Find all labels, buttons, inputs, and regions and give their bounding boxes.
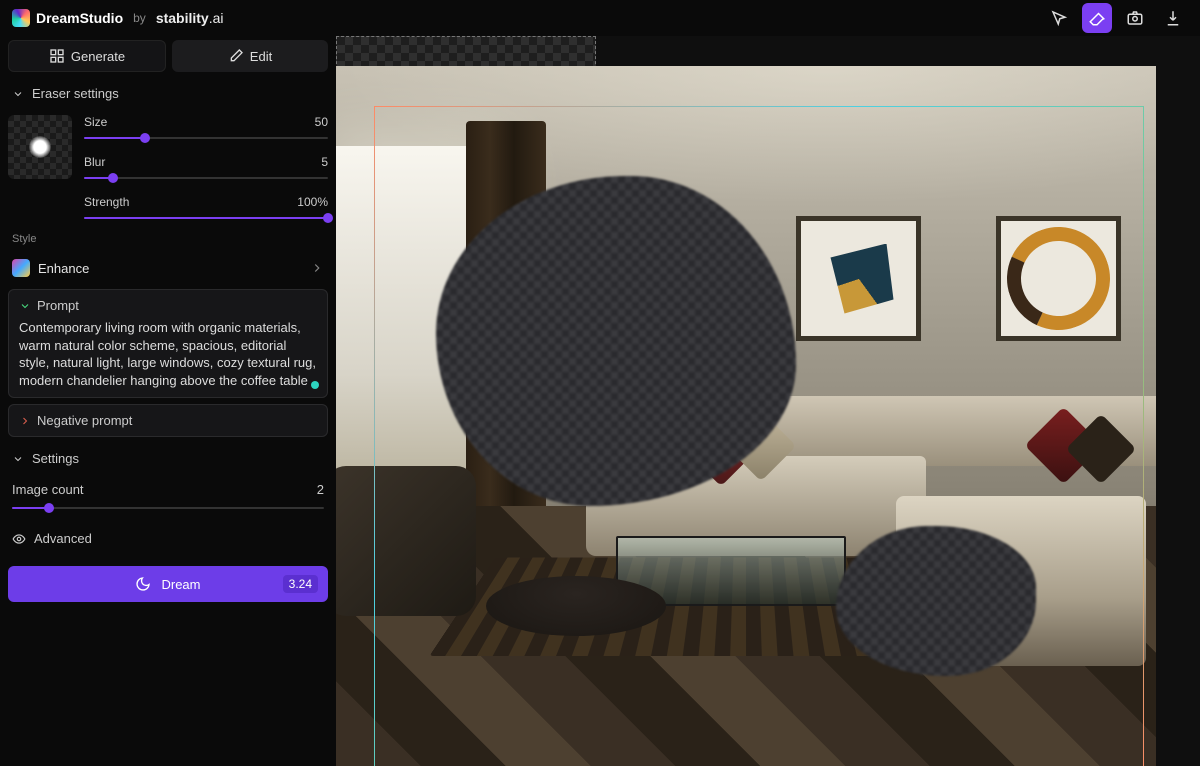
eraser-settings-label: Eraser settings bbox=[32, 86, 119, 101]
blur-value: 5 bbox=[321, 155, 328, 169]
by-label: by bbox=[133, 11, 146, 25]
brand-name: stability.ai bbox=[156, 10, 224, 26]
erased-region[interactable] bbox=[836, 526, 1036, 676]
negative-prompt-title: Negative prompt bbox=[37, 413, 132, 428]
size-value: 50 bbox=[315, 115, 328, 129]
moon-icon bbox=[135, 576, 151, 592]
style-heading: Style bbox=[8, 231, 328, 247]
style-value: Enhance bbox=[38, 261, 89, 276]
logo-mark-icon bbox=[12, 9, 30, 27]
image-count-label: Image count bbox=[12, 482, 84, 497]
eraser-tool-button[interactable] bbox=[1082, 3, 1112, 33]
chevron-down-icon bbox=[12, 88, 24, 100]
tab-generate-label: Generate bbox=[71, 49, 125, 64]
advanced-label: Advanced bbox=[34, 531, 92, 546]
strength-slider[interactable]: Strength 100% bbox=[84, 195, 328, 225]
style-selector[interactable]: Enhance bbox=[8, 253, 328, 283]
download-icon bbox=[1164, 9, 1182, 27]
logo: DreamStudio by stability.ai bbox=[12, 9, 224, 27]
style-swatch-icon bbox=[12, 259, 30, 277]
advanced-toggle[interactable]: Advanced bbox=[8, 523, 328, 554]
brush-dot-icon bbox=[29, 136, 51, 158]
negative-prompt-box[interactable]: Negative prompt bbox=[8, 404, 328, 437]
image-count-slider[interactable] bbox=[12, 501, 324, 515]
strength-label: Strength bbox=[84, 195, 129, 209]
download-button[interactable] bbox=[1158, 3, 1188, 33]
eye-icon bbox=[12, 532, 26, 546]
strength-value: 100% bbox=[297, 195, 328, 209]
brush-preview bbox=[8, 115, 72, 179]
cursor-icon bbox=[1050, 9, 1068, 27]
size-slider[interactable]: Size 50 bbox=[84, 115, 328, 145]
tab-edit[interactable]: Edit bbox=[172, 40, 328, 72]
settings-label: Settings bbox=[32, 451, 79, 466]
dream-cost: 3.24 bbox=[283, 575, 318, 593]
tab-edit-label: Edit bbox=[250, 49, 272, 64]
dream-button[interactable]: Dream 3.24 bbox=[8, 566, 328, 602]
prompt-box[interactable]: Prompt Contemporary living room with org… bbox=[8, 289, 328, 398]
wall-art bbox=[796, 216, 921, 341]
canvas-image[interactable] bbox=[336, 66, 1156, 766]
chevron-right-icon bbox=[19, 415, 31, 427]
prompt-title: Prompt bbox=[37, 298, 79, 313]
wall-art bbox=[996, 216, 1121, 341]
sidebar: Generate Edit Eraser settings Size 50 bbox=[0, 36, 336, 766]
cursor-tool-button[interactable] bbox=[1044, 3, 1074, 33]
grid-icon bbox=[49, 48, 65, 64]
eraser-settings-toggle[interactable]: Eraser settings bbox=[8, 78, 328, 109]
prompt-status-dot-icon bbox=[311, 381, 319, 389]
blur-slider[interactable]: Blur 5 bbox=[84, 155, 328, 185]
app-name: DreamStudio bbox=[36, 10, 123, 26]
camera-tool-button[interactable] bbox=[1120, 3, 1150, 33]
dream-label: Dream bbox=[161, 577, 200, 592]
pencil-icon bbox=[228, 48, 244, 64]
camera-icon bbox=[1126, 9, 1144, 27]
eraser-icon bbox=[1088, 9, 1106, 27]
prompt-text[interactable]: Contemporary living room with organic ma… bbox=[19, 319, 317, 389]
chevron-down-icon bbox=[19, 300, 31, 312]
chevron-down-icon bbox=[12, 453, 24, 465]
chevron-right-icon bbox=[310, 261, 324, 275]
size-label: Size bbox=[84, 115, 107, 129]
blur-label: Blur bbox=[84, 155, 105, 169]
canvas-area[interactable] bbox=[336, 36, 1200, 766]
image-count-value: 2 bbox=[317, 482, 324, 497]
erased-region[interactable] bbox=[436, 176, 796, 506]
settings-toggle[interactable]: Settings bbox=[8, 443, 328, 474]
tab-generate[interactable]: Generate bbox=[8, 40, 166, 72]
